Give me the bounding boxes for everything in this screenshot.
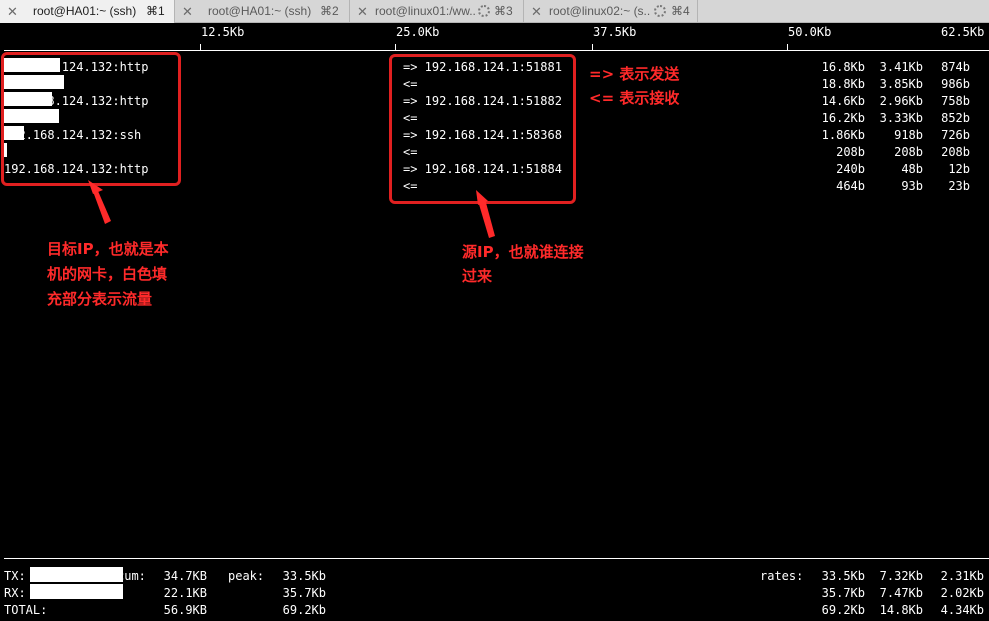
loading-spinner-icon <box>654 5 666 17</box>
tab-4[interactable]: ✕ root@linux02:~ (s... ⌘4 <box>524 0 698 23</box>
tab-shortcut: ⌘2 <box>320 4 339 18</box>
annotation-line: 机的网卡，白色填 <box>47 265 168 283</box>
close-icon[interactable]: ✕ <box>531 4 542 20</box>
terminal-window[interactable]: 12.5Kb 25.0Kb 37.5Kb 50.0Kb 62.5Kb 192.1… <box>0 23 989 621</box>
tab-bar: ✕ root@HA01:~ (ssh) ⌘1 ✕ root@HA01:~ (ss… <box>0 0 989 23</box>
close-icon[interactable]: ✕ <box>357 4 368 20</box>
annotation-line: 目标IP，也就是本 <box>47 240 169 258</box>
tab-title: root@linux01:/ww... <box>375 4 477 18</box>
tab-title: root@HA01:~ (ssh) <box>33 4 137 18</box>
tab-1[interactable]: ✕ root@HA01:~ (ssh) ⌘1 <box>0 0 175 23</box>
tab-shortcut: ⌘3 <box>494 4 513 18</box>
tab-3[interactable]: ✕ root@linux01:/ww... ⌘3 <box>350 0 524 23</box>
tab-shortcut: ⌘1 <box>146 4 165 18</box>
tab-2[interactable]: ✕ root@HA01:~ (ssh) ⌘2 <box>175 0 350 23</box>
annotation-line: 过来 <box>462 267 493 285</box>
tab-title: root@HA01:~ (ssh) <box>208 4 312 18</box>
tab-shortcut: ⌘4 <box>671 4 690 18</box>
annotation-line: 源IP，也就谁连接 <box>462 243 584 261</box>
tab-title: root@linux02:~ (s... <box>549 4 651 18</box>
annotation-arrow-icon <box>88 180 495 238</box>
recv-annotation: <= 表示接收 <box>589 89 680 107</box>
close-icon[interactable]: ✕ <box>7 4 18 20</box>
close-icon[interactable]: ✕ <box>182 4 193 20</box>
loading-spinner-icon <box>478 5 490 17</box>
send-annotation: => 表示发送 <box>589 65 680 83</box>
annotation-line: 充部分表示流量 <box>47 290 153 308</box>
